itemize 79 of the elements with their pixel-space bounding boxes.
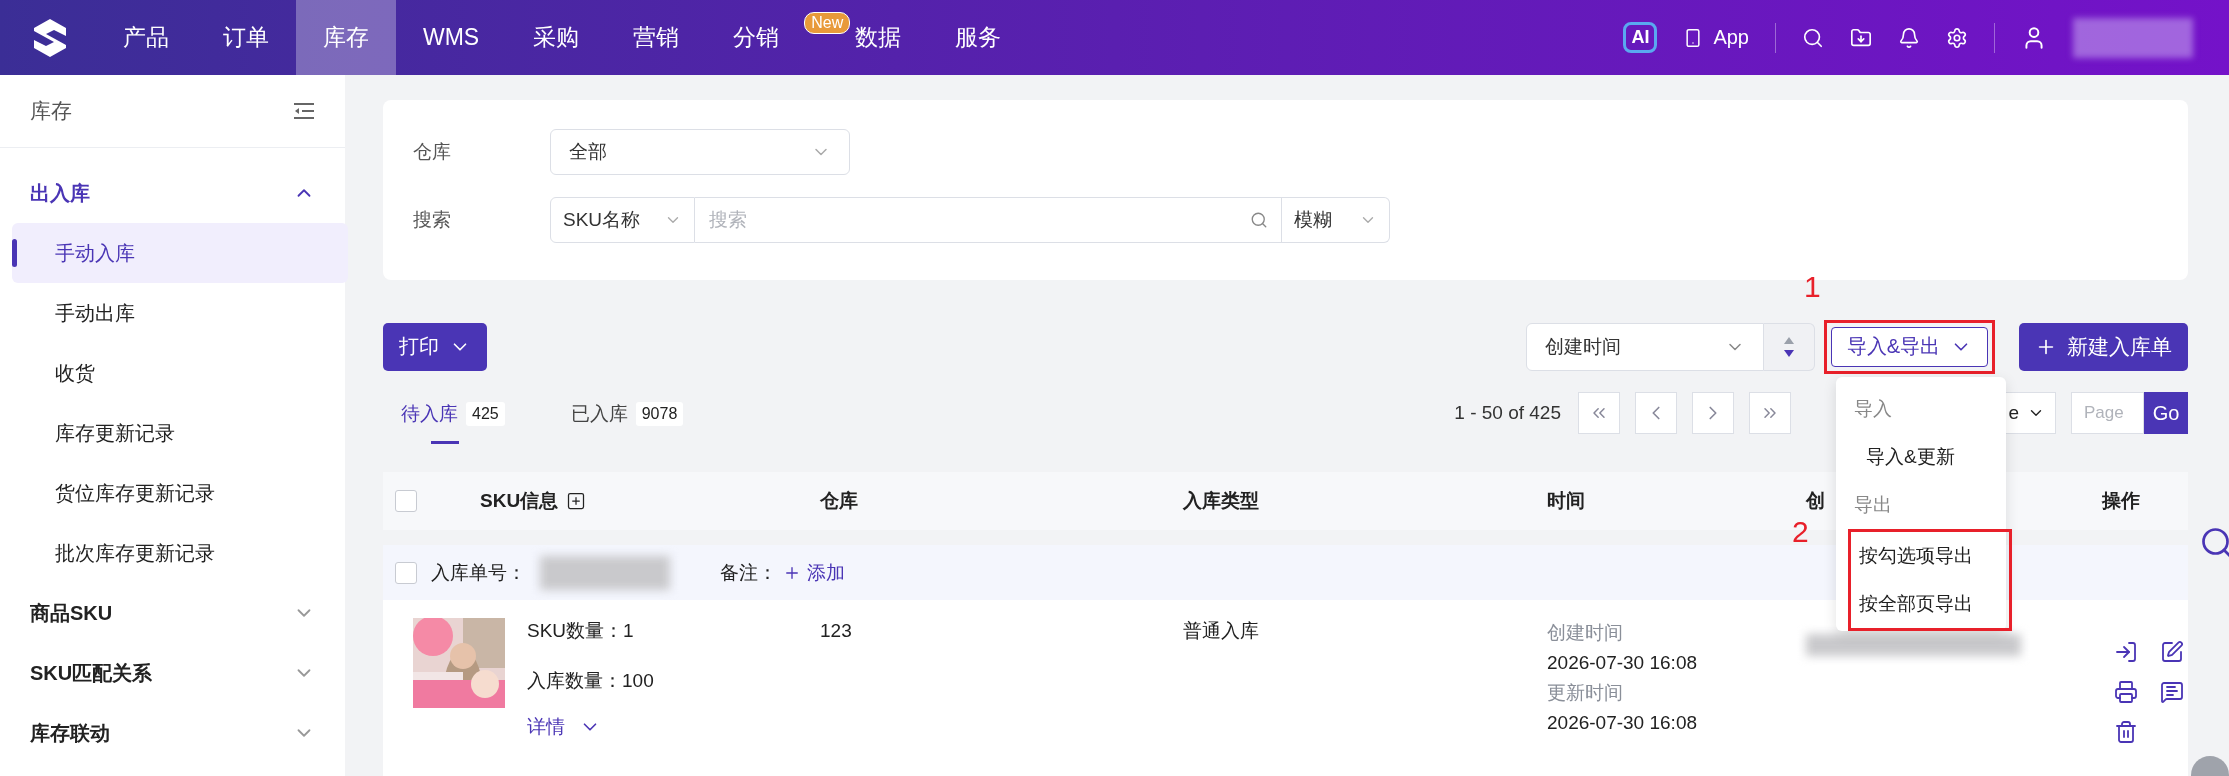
status-tab[interactable]: 已入库 9078 [552,384,702,444]
annotation-number: 2 [1792,514,1809,549]
menu-item[interactable]: 导入&更新 [1836,432,2006,481]
warehouse-select[interactable]: 全部 [550,129,850,175]
nav-tab[interactable]: 订单 [196,0,296,75]
sidebar-item[interactable]: 批次库存更新记录 [12,523,348,583]
sidebar-group[interactable]: 库存联动 [0,703,345,763]
time-value: 2026-07-30 16:08 [1547,651,1697,675]
sidebar-item[interactable]: 手动入库 [12,223,348,283]
time-value: 2026-07-30 16:08 [1547,711,1697,735]
column-header: 仓库 [820,489,858,513]
time-label: 更新时间 [1547,681,1623,705]
add-remark-link[interactable]: 添加 [783,559,845,586]
search-icon[interactable] [1250,211,1268,229]
sort-select[interactable]: 创建时间 [1526,322,1764,371]
remark-label: 备注： [720,560,777,585]
sidebar-group[interactable]: SKU匹配关系 [0,643,345,703]
checkbox[interactable] [395,561,417,584]
sort-icon[interactable] [1783,335,1795,358]
menu-item[interactable]: 按勾选项导出 [1851,531,2009,580]
details-link[interactable]: 详情 [527,714,601,740]
new-inbound-button[interactable]: 新建入库单 [2019,322,2188,371]
table-cell: 123 [820,620,852,641]
filter-label: 搜索 [413,208,452,232]
nav-tab[interactable]: 营销 [606,0,707,75]
annotation-number: 1 [1804,269,1821,304]
search-field[interactable]: 搜索 [695,197,1282,243]
sidebar-item[interactable]: 收货 [12,343,348,403]
new-badge: New [804,12,851,34]
table-cell: 普通入库 [1183,620,1259,641]
print-icon[interactable] [2114,680,2138,704]
checkbox[interactable] [395,490,417,512]
print-button[interactable]: 打印 [383,322,487,371]
sidebar-item[interactable]: 货位库存更新记录 [12,463,348,523]
match-mode-select[interactable]: 模糊 [1282,197,1390,243]
import-export-button[interactable]: 导入&导出 [1831,326,1988,367]
folder-download-icon[interactable] [1850,26,1872,49]
column-header: 时间 [1547,489,1585,513]
nav-tab[interactable]: 产品 [96,0,196,75]
nav-tab[interactable]: 采购 [506,0,607,75]
sidebar-item[interactable]: 库存更新记录 [12,403,348,463]
count-badge: 9078 [635,402,684,426]
go-button[interactable]: Go [2144,392,2188,434]
page-input[interactable]: Page [2071,392,2144,434]
menu-section-label: 导入 [1853,396,1893,421]
nav-tab[interactable]: 服务 [928,0,1029,75]
sidebar-group[interactable]: 商品SKU [0,583,345,643]
order-number-label: 入库单号： [431,560,526,585]
filter-label: 仓库 [413,140,452,164]
count-badge: 425 [466,402,505,426]
time-label: 创建时间 [1547,621,1623,645]
menu-item[interactable]: 按全部页导出 [1851,579,2009,628]
column-header: 操作 [2102,489,2140,513]
menu-section-label: 导出 [1853,492,1893,517]
delete-icon[interactable] [2114,720,2138,744]
inbound-quantity: 入库数量：100 [527,669,654,693]
enter-icon[interactable] [2114,640,2138,664]
sidebar-item[interactable]: 手动出库 [12,283,348,343]
nav-tab[interactable]: WMS [396,0,507,75]
ai-button[interactable]: AI [1623,22,1658,53]
column-header: 创 [1806,489,1825,513]
edit-icon[interactable] [2160,640,2184,664]
settings-icon[interactable] [1946,26,1968,49]
column-header: SKU信息 [480,489,559,513]
nav-tab[interactable]: 库存 [296,0,396,75]
expand-icon[interactable] [566,491,587,511]
app-link[interactable]: App [1683,26,1749,49]
sku-count: SKU数量：1 [527,619,634,643]
search-field-select[interactable]: SKU名称 [550,197,695,243]
status-tab[interactable]: 待入库 425 [383,384,523,444]
collapse-menu-icon[interactable] [293,102,315,120]
page-range: 1 - 50 of 425 [1454,402,1561,424]
bell-icon[interactable] [1898,26,1920,49]
nav-tab[interactable]: 分销 [706,0,807,75]
sidebar-title: 库存 [30,98,72,124]
sidebar-group[interactable]: 出入库 [0,163,345,223]
comment-icon[interactable] [2160,680,2184,704]
column-header: 入库类型 [1183,489,1259,513]
search-icon[interactable] [1802,26,1824,49]
